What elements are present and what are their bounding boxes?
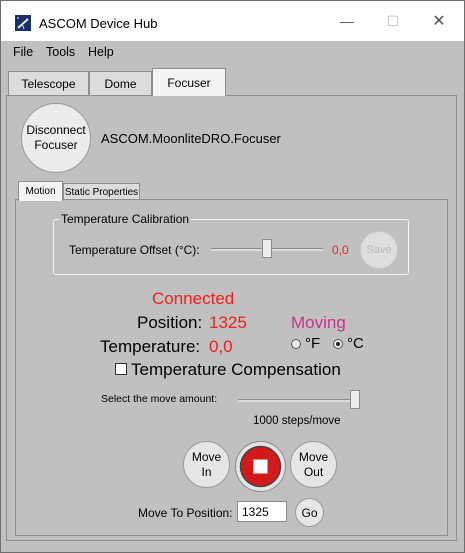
save-button[interactable]: Save	[360, 231, 398, 269]
move-to-position-label: Move To Position:	[138, 506, 233, 520]
disconnect-line1: Disconnect	[26, 123, 86, 137]
move-amount-value: 1000 steps/move	[253, 415, 341, 427]
move-out-line1: Move	[298, 449, 329, 464]
position-value: 1325	[209, 313, 247, 332]
temperature-value: 0,0	[209, 337, 233, 356]
close-button[interactable]: ✕	[416, 1, 462, 41]
connection-status: Connected	[152, 289, 235, 308]
fahrenheit-label: °F	[305, 335, 321, 352]
temperature-offset-value: 0,0	[332, 243, 349, 257]
move-in-button[interactable]: Move In	[183, 441, 230, 488]
temperature-compensation-checkbox[interactable]	[115, 363, 127, 375]
minimize-button[interactable]: —	[324, 1, 370, 41]
maximize-button[interactable]: ☐	[370, 1, 416, 41]
move-amount-label: Select the move amount:	[101, 393, 218, 405]
window-title: ASCOM Device Hub	[39, 16, 158, 31]
menu-file[interactable]: File	[13, 45, 33, 59]
menu-help[interactable]: Help	[88, 45, 114, 59]
close-icon: ✕	[432, 13, 446, 30]
move-out-button[interactable]: Move Out	[290, 441, 337, 488]
maximize-icon: ☐	[386, 12, 400, 29]
amount-slider-thumb[interactable]	[350, 390, 360, 409]
move-in-line1: Move	[191, 449, 222, 464]
move-amount-slider[interactable]	[238, 389, 360, 411]
menu-tools[interactable]: Tools	[46, 45, 75, 59]
temperature-offset-label: Temperature Offset (°C):	[69, 243, 200, 257]
temperature-offset-slider[interactable]	[211, 239, 323, 259]
telescope-app-icon	[15, 15, 31, 31]
subtab-motion-label: Motion	[25, 186, 56, 197]
go-button[interactable]: Go	[295, 498, 324, 527]
moving-status: Moving	[291, 313, 346, 332]
subtab-static-label: Static Properties	[64, 186, 139, 198]
tab-dome[interactable]: Dome	[89, 71, 152, 95]
tab-focuser[interactable]: Focuser	[152, 68, 226, 96]
offset-slider-thumb[interactable]	[262, 239, 272, 258]
minimize-icon: —	[340, 13, 354, 29]
stop-icon	[239, 445, 282, 488]
tab-telescope-label: Telescope	[21, 76, 76, 91]
move-to-position-input[interactable]	[237, 501, 287, 522]
save-label: Save	[366, 244, 392, 256]
disconnect-line2: Focuser	[34, 138, 78, 152]
position-label: Position:	[137, 313, 203, 332]
fahrenheit-radio[interactable]	[291, 339, 301, 349]
tab-focuser-label: Focuser	[167, 75, 211, 90]
amount-slider-track	[238, 399, 360, 402]
go-label: Go	[301, 505, 318, 520]
tab-dome-label: Dome	[104, 76, 137, 91]
temperature-compensation-label: Temperature Compensation	[131, 360, 341, 379]
temperature-label: Temperature:	[100, 337, 201, 356]
tab-telescope[interactable]: Telescope	[8, 71, 89, 95]
subtab-static-properties[interactable]: Static Properties	[63, 183, 140, 200]
title-bar[interactable]: ASCOM Device Hub — ☐ ✕	[1, 1, 464, 41]
temperature-calibration-title: Temperature Calibration	[59, 212, 192, 226]
app-window: ASCOM Device Hub — ☐ ✕ File Tools Help T…	[0, 0, 465, 553]
move-out-line2: Out	[303, 464, 324, 479]
celsius-label: °C	[347, 335, 364, 352]
subtab-motion[interactable]: Motion	[18, 181, 63, 201]
device-name: ASCOM.MoonliteDRO.Focuser	[101, 131, 281, 146]
disconnect-focuser-button[interactable]: Disconnect Focuser	[21, 103, 91, 173]
move-in-line2: In	[201, 464, 212, 479]
stop-button[interactable]	[235, 441, 286, 492]
celsius-radio[interactable]	[333, 339, 343, 349]
